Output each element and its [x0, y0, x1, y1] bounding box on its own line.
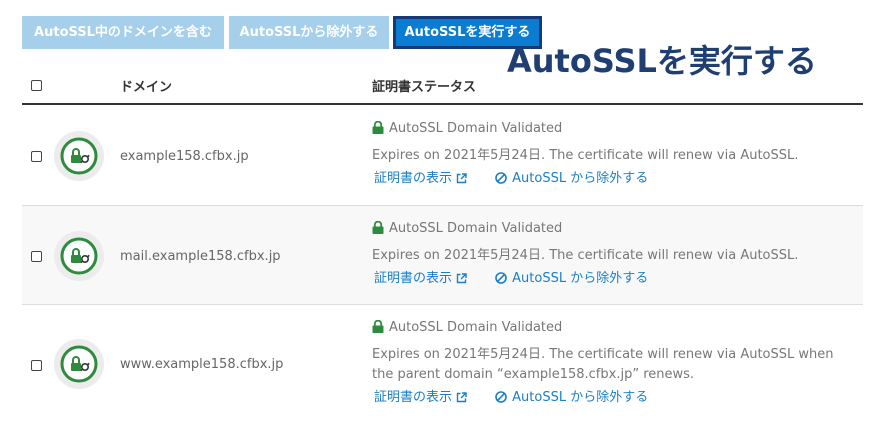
validation-status: AutoSSL Domain Validated	[372, 220, 852, 238]
certificate-lock-icon	[54, 131, 104, 181]
ssl-status-page: AutoSSL中のドメインを含む AutoSSLから除外する AutoSSLを実…	[0, 0, 882, 424]
exclude-domains-button[interactable]: AutoSSLから除外する	[229, 16, 389, 49]
exclude-from-autossl-link[interactable]: AutoSSL から除外する	[495, 270, 648, 288]
row-checkbox[interactable]	[31, 151, 42, 162]
certificate-status: AutoSSL Domain Validated Expires on 2021…	[372, 319, 852, 407]
status-column-header: 証明書ステータス	[372, 80, 477, 95]
certificate-lock-icon	[54, 339, 104, 389]
include-domains-button[interactable]: AutoSSL中のドメインを含む	[22, 16, 224, 49]
expiry-text: Expires on 2021年5月24日. The certificate w…	[372, 248, 799, 263]
certificate-lock-icon	[54, 231, 104, 281]
validation-label: AutoSSL Domain Validated	[389, 320, 563, 335]
view-certificate-link[interactable]: 証明書の表示	[374, 270, 467, 288]
row-checkbox[interactable]	[31, 251, 42, 262]
validation-status: AutoSSL Domain Validated	[372, 319, 852, 337]
row-actions: 証明書の表示 AutoSSL から除外する	[372, 389, 852, 407]
view-certificate-link[interactable]: 証明書の表示	[374, 170, 467, 188]
row-actions: 証明書の表示 AutoSSL から除外する	[372, 170, 852, 188]
domain-name: mail.example158.cfbx.jp	[120, 249, 281, 264]
view-certificate-link[interactable]: 証明書の表示	[374, 389, 467, 407]
lock-icon	[372, 320, 384, 333]
exclude-from-autossl-label: AutoSSL から除外する	[512, 390, 649, 405]
domain-name: www.example158.cfbx.jp	[120, 357, 284, 372]
validation-status: AutoSSL Domain Validated	[372, 120, 852, 138]
exclude-from-autossl-link[interactable]: AutoSSL から除外する	[495, 170, 648, 188]
select-all-checkbox[interactable]	[31, 80, 42, 91]
external-link-icon	[456, 173, 467, 184]
view-certificate-label: 証明書の表示	[374, 271, 453, 286]
exclude-from-autossl-label: AutoSSL から除外する	[512, 271, 649, 286]
row-actions: 証明書の表示 AutoSSL から除外する	[372, 270, 852, 288]
table-row: www.example158.cfbx.jp AutoSSL Domain Va…	[22, 305, 863, 424]
row-checkbox[interactable]	[31, 360, 42, 371]
view-certificate-label: 証明書の表示	[374, 171, 453, 186]
expiry-text: Expires on 2021年5月24日. The certificate w…	[372, 148, 799, 163]
exclude-from-autossl-label: AutoSSL から除外する	[512, 171, 649, 186]
certificate-status: AutoSSL Domain Validated Expires on 2021…	[372, 220, 852, 288]
table-row: mail.example158.cfbx.jp AutoSSL Domain V…	[22, 206, 863, 305]
ban-icon	[495, 391, 507, 403]
validation-label: AutoSSL Domain Validated	[389, 221, 563, 236]
lock-icon	[372, 221, 384, 234]
external-link-icon	[456, 273, 467, 284]
ban-icon	[495, 172, 507, 184]
table-header: ドメイン 証明書ステータス	[22, 66, 863, 105]
lock-icon	[372, 121, 384, 134]
view-certificate-label: 証明書の表示	[374, 390, 453, 405]
validation-label: AutoSSL Domain Validated	[389, 121, 563, 136]
ban-icon	[495, 272, 507, 284]
table-row: example158.cfbx.jp AutoSSL Domain Valida…	[22, 106, 863, 206]
domain-column-header: ドメイン	[120, 80, 173, 95]
certificate-status: AutoSSL Domain Validated Expires on 2021…	[372, 120, 852, 188]
domain-name: example158.cfbx.jp	[120, 149, 249, 164]
exclude-from-autossl-link[interactable]: AutoSSL から除外する	[495, 389, 648, 407]
expiry-text: Expires on 2021年5月24日. The certificate w…	[372, 347, 834, 382]
external-link-icon	[456, 392, 467, 403]
